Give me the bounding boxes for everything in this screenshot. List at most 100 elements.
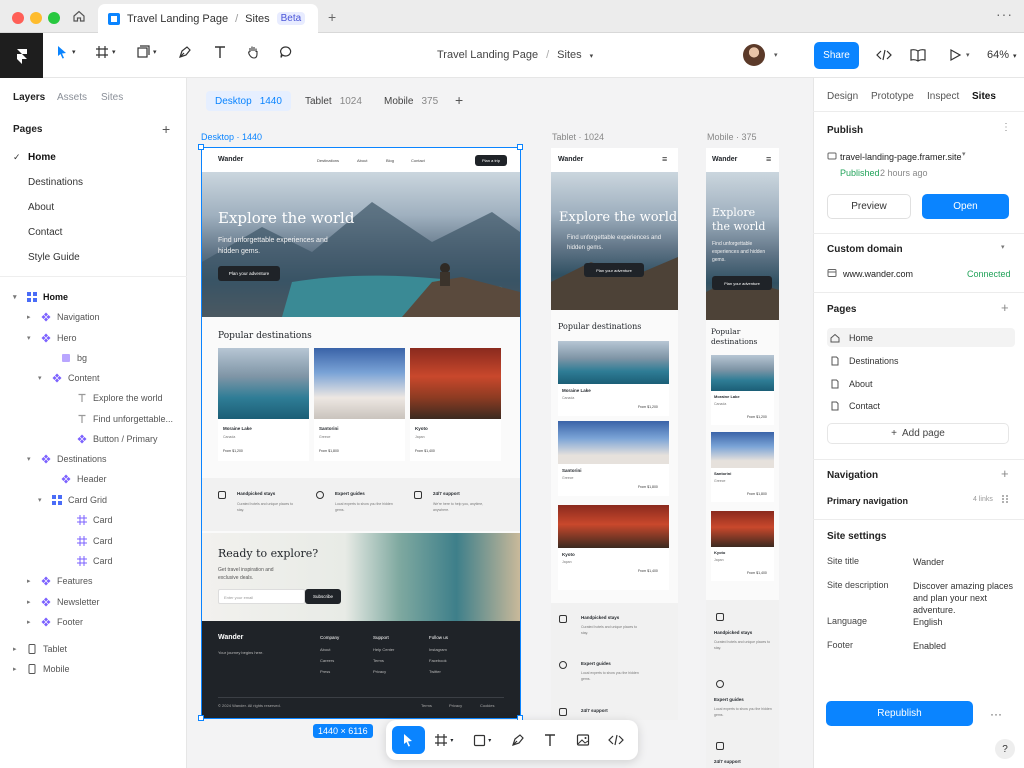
breakpoint-mobile[interactable]: Mobile 375: [375, 91, 447, 111]
tab-prototype[interactable]: Prototype: [871, 91, 914, 102]
chevron-down-icon[interactable]: ▾: [966, 51, 970, 59]
chevron-right-icon[interactable]: ▸: [27, 618, 35, 626]
layer-item[interactable]: ▸ Newsletter: [27, 595, 100, 609]
book-icon[interactable]: [910, 48, 926, 62]
more-options-button[interactable]: ···: [983, 701, 1009, 726]
text-tool[interactable]: [534, 726, 567, 754]
chevron-right-icon[interactable]: ▸: [13, 665, 21, 673]
preview-button[interactable]: Preview: [827, 194, 911, 219]
tab-sites[interactable]: Sites: [972, 91, 996, 102]
chevron-down-icon[interactable]: ▾: [774, 51, 778, 59]
select-tool[interactable]: [392, 726, 425, 754]
site-title-setting[interactable]: Wander: [913, 556, 1015, 568]
republish-button[interactable]: Republish: [826, 701, 973, 726]
page-item-contact[interactable]: Contact: [28, 227, 62, 238]
page-item-style-guide[interactable]: Style Guide: [28, 252, 80, 263]
tablet-frame-label[interactable]: Tablet · 1024: [552, 132, 604, 142]
avatar[interactable]: [743, 44, 765, 66]
add-icon[interactable]: +: [1001, 466, 1009, 481]
chevron-down-icon[interactable]: ▾: [38, 374, 46, 382]
chevron-down-icon[interactable]: ▾: [1001, 243, 1005, 251]
maximize-window-button[interactable]: [48, 12, 60, 24]
layer-item[interactable]: Find unforgettable...: [63, 412, 173, 426]
page-item-home[interactable]: Home: [28, 152, 56, 163]
shape-tool[interactable]: ▾: [136, 45, 157, 59]
open-button[interactable]: Open: [922, 194, 1009, 219]
page-item[interactable]: Home: [827, 328, 1015, 347]
layer-item[interactable]: ▸ Mobile: [13, 662, 70, 676]
layer-item[interactable]: ▸ Features: [27, 574, 93, 588]
desktop-frame-label[interactable]: Desktop · 1440: [201, 132, 262, 142]
layer-item[interactable]: ▾ Card Grid: [38, 493, 107, 507]
select-tool[interactable]: ▾: [55, 45, 76, 59]
brand-logo[interactable]: Wander: [712, 156, 737, 163]
destination-card[interactable]: Santorini Greece From $1,800: [711, 432, 774, 502]
add-page-icon[interactable]: +: [162, 121, 170, 137]
zoom-control[interactable]: 64% ▾: [987, 49, 1017, 61]
tab-layers[interactable]: Layers: [13, 92, 45, 103]
page-item[interactable]: About: [827, 374, 1015, 393]
play-preview-icon[interactable]: [948, 48, 962, 62]
pen-tool[interactable]: [501, 726, 534, 754]
tab-assets[interactable]: Assets: [57, 92, 87, 103]
tablet-frame[interactable]: Wander ≡ Explore the world Find unforget…: [551, 148, 678, 720]
more-options-icon[interactable]: ···: [996, 6, 1013, 22]
layer-item[interactable]: ▾ Destinations: [27, 452, 107, 466]
chevron-right-icon[interactable]: ▸: [27, 577, 35, 585]
hamburger-menu-icon[interactable]: ≡: [662, 154, 667, 164]
layer-item[interactable]: Header: [47, 472, 107, 486]
destination-card[interactable]: Kyoto Japan From $1,400: [558, 505, 669, 590]
brand-logo[interactable]: Wander: [558, 156, 583, 163]
hamburger-menu-icon[interactable]: ≡: [766, 154, 771, 164]
pen-tool[interactable]: [178, 45, 192, 59]
layer-item[interactable]: Card: [63, 534, 113, 548]
add-icon[interactable]: +: [1001, 300, 1009, 315]
resize-handle[interactable]: [198, 715, 204, 721]
breakpoint-desktop[interactable]: Desktop 1440: [206, 91, 291, 111]
hero-cta-button[interactable]: Plan your adventure: [712, 276, 772, 290]
language-setting[interactable]: English: [913, 616, 1015, 628]
chevron-right-icon[interactable]: ▸: [13, 645, 21, 653]
chevron-right-icon[interactable]: ▸: [27, 313, 35, 321]
frame-tool[interactable]: ▾: [95, 45, 116, 59]
layer-item[interactable]: Button / Primary: [63, 432, 158, 446]
chevron-down-icon[interactable]: ▾: [38, 496, 46, 504]
drag-handle-icon[interactable]: [1000, 494, 1010, 504]
primary-navigation[interactable]: Primary navigation: [827, 496, 908, 506]
hand-tool[interactable]: [246, 45, 260, 59]
mobile-frame-label[interactable]: Mobile · 375: [707, 132, 757, 142]
chevron-right-icon[interactable]: ▸: [27, 598, 35, 606]
layer-item[interactable]: ▸ Tablet: [13, 642, 67, 656]
new-tab-icon[interactable]: +: [328, 9, 336, 25]
breakpoint-tablet[interactable]: Tablet 1024: [296, 91, 371, 111]
page-item-destinations[interactable]: Destinations: [28, 177, 83, 188]
resize-handle[interactable]: [517, 144, 523, 150]
share-button[interactable]: Share: [814, 42, 859, 69]
layer-item[interactable]: ▸ Navigation: [27, 310, 100, 324]
layer-item[interactable]: Card: [63, 513, 113, 527]
add-breakpoint-icon[interactable]: +: [455, 92, 463, 108]
footer-setting[interactable]: Enabled: [913, 640, 1015, 652]
destination-card[interactable]: Moraine Lake Canada From $1,200: [711, 355, 774, 425]
close-window-button[interactable]: [12, 12, 24, 24]
tab-design[interactable]: Design: [827, 91, 858, 102]
chevron-down-icon[interactable]: ▾: [27, 334, 35, 342]
site-url[interactable]: travel-landing-page.framer.site: [840, 152, 962, 162]
text-tool[interactable]: [213, 45, 227, 59]
project-breadcrumb[interactable]: Travel Landing Page / Sites ▾: [437, 49, 593, 61]
minimize-window-button[interactable]: [30, 12, 42, 24]
home-icon[interactable]: [72, 9, 86, 23]
tab-sites[interactable]: Sites: [101, 92, 123, 103]
tab-inspect[interactable]: Inspect: [927, 91, 959, 102]
page-item[interactable]: Destinations: [827, 351, 1015, 370]
page-item-about[interactable]: About: [28, 202, 54, 213]
help-button[interactable]: ?: [995, 739, 1015, 759]
more-vertical-icon[interactable]: ⋮: [1001, 122, 1011, 133]
add-page-button[interactable]: + Add page: [827, 423, 1009, 444]
layer-item[interactable]: Card: [63, 554, 113, 568]
mobile-frame[interactable]: Wander ≡ Explore the world Find unforget…: [706, 148, 779, 768]
site-description-setting[interactable]: Discover amazing places and plan your ne…: [913, 580, 1015, 616]
resize-handle[interactable]: [198, 144, 204, 150]
destination-card[interactable]: Moraine Lake Canada From $1,200: [558, 341, 669, 416]
image-tool[interactable]: [567, 726, 600, 754]
